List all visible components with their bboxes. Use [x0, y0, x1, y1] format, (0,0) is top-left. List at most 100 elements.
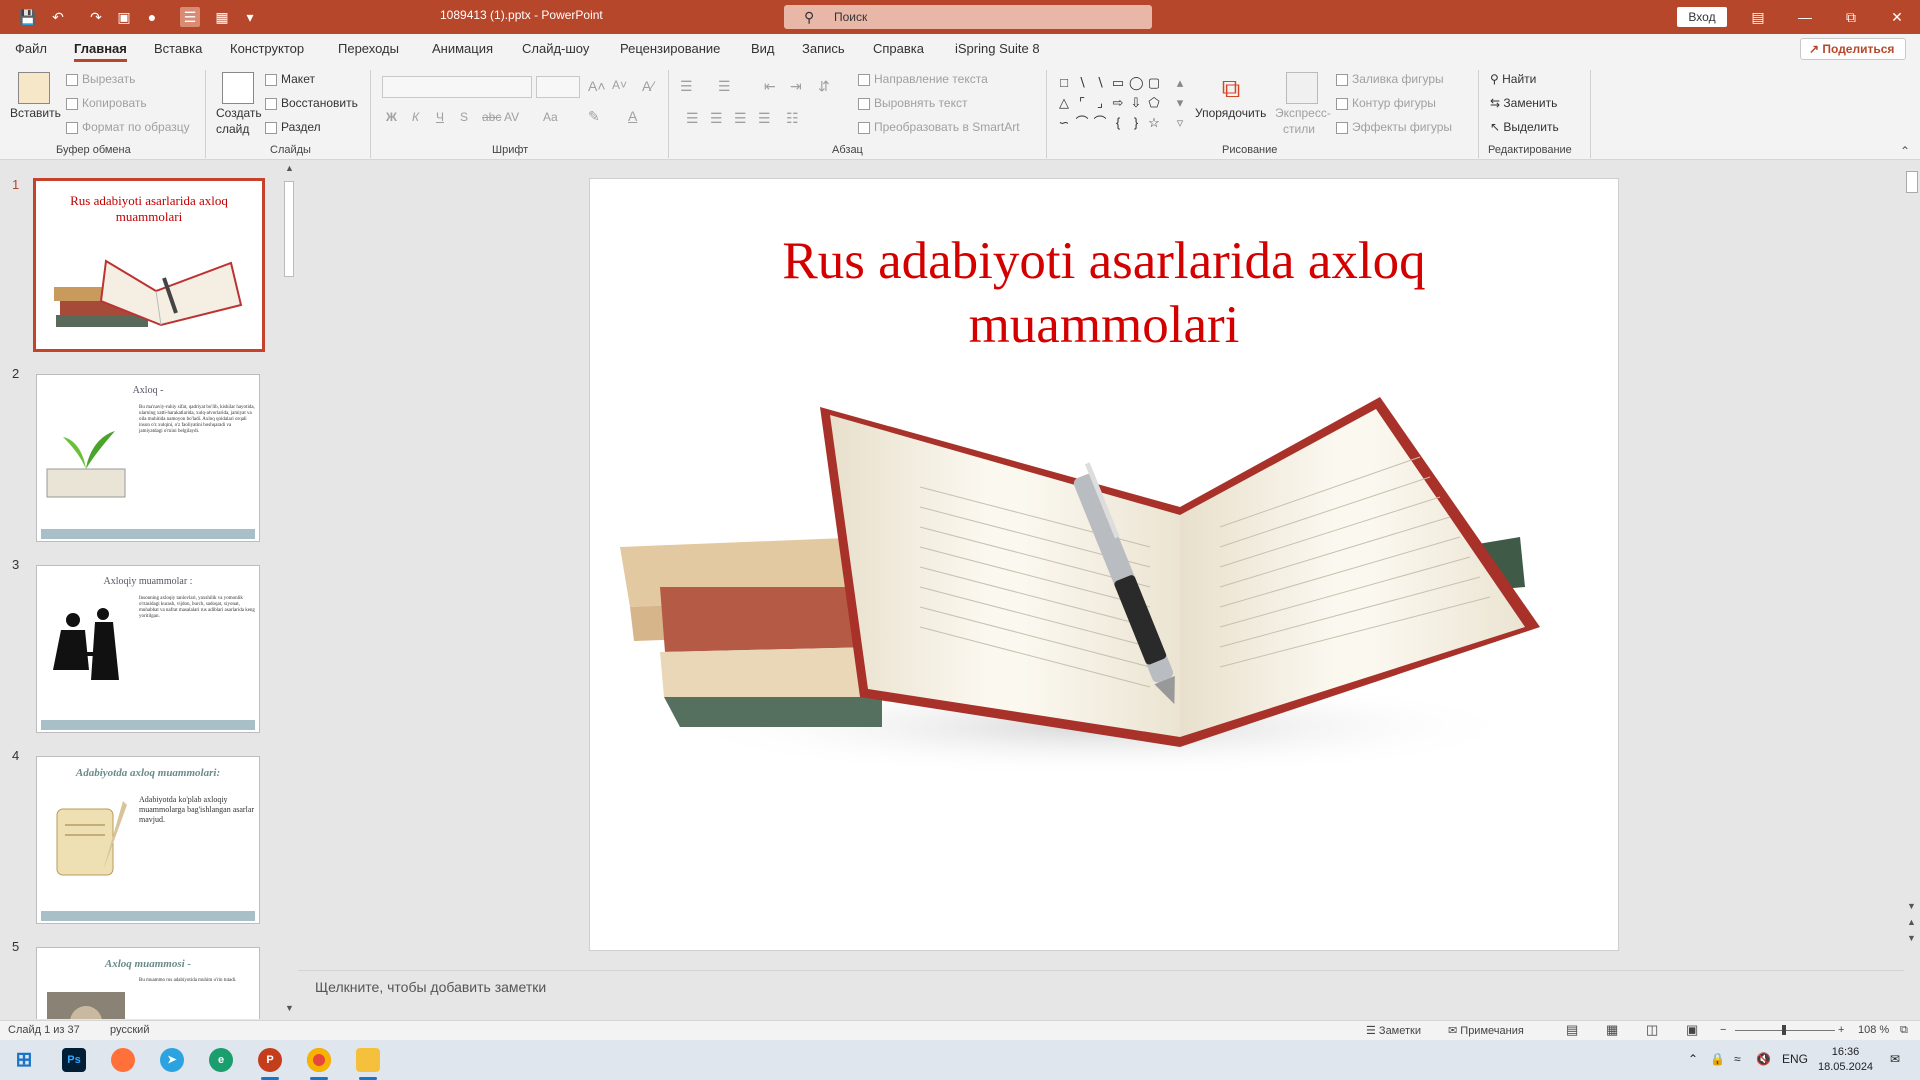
line-spacing-icon[interactable]: ⇵ — [818, 78, 830, 95]
justify-icon[interactable]: ☰ — [758, 110, 771, 127]
lock-icon[interactable]: 🔒 — [1710, 1052, 1725, 1066]
align-right-icon[interactable]: ☰ — [734, 110, 747, 127]
scroll-down-icon[interactable]: ▼ — [285, 1003, 294, 1013]
brace-shape-icon[interactable]: } — [1129, 116, 1143, 130]
rectangle-shape-icon[interactable]: ▭ — [1111, 76, 1125, 90]
find-button[interactable]: ⚲ Найти — [1490, 72, 1536, 86]
save-icon[interactable]: 💾 — [18, 7, 38, 27]
section-button[interactable]: Раздел — [265, 120, 321, 134]
font-color-icon[interactable]: A — [628, 108, 637, 124]
arc-shape-icon[interactable]: ⌒ — [1093, 116, 1107, 130]
down-arrow-shape-icon[interactable]: ⇩ — [1129, 96, 1143, 110]
freeform-shape-icon[interactable]: ∽ — [1057, 116, 1071, 130]
select-button[interactable]: ↖ Выделить — [1490, 120, 1559, 134]
layout-button[interactable]: Макет — [265, 72, 315, 86]
normal-view-icon[interactable]: ☰ — [180, 7, 200, 27]
brace-shape-icon[interactable]: { — [1111, 116, 1125, 130]
shape-fill-button[interactable]: Заливка фигуры — [1336, 72, 1444, 86]
undo-icon[interactable]: ↶ — [48, 7, 68, 27]
tab-transitions[interactable]: Переходы — [338, 41, 399, 56]
normal-view-icon[interactable]: ▤ — [1566, 1022, 1578, 1038]
line-shape-icon[interactable]: ∖ — [1075, 76, 1089, 90]
telegram-icon[interactable]: ➤ — [160, 1048, 184, 1072]
new-slide-icon[interactable] — [222, 72, 254, 104]
slide-thumbnail-5[interactable]: Axloq muammosi - Bu muammo rus adabiyoti… — [36, 947, 260, 1019]
pentagon-shape-icon[interactable]: ⬠ — [1147, 96, 1161, 110]
replace-button[interactable]: ⇆ Заменить — [1490, 96, 1557, 110]
copy-button[interactable]: Копировать — [66, 96, 147, 110]
slide-scrollbar[interactable]: ▼ ▲ ▼ — [1904, 161, 1920, 961]
oval-shape-icon[interactable]: ◯ — [1129, 76, 1144, 90]
scrollbar-thumb[interactable] — [284, 181, 294, 277]
volume-muted-icon[interactable]: 🔇 — [1756, 1052, 1771, 1066]
increase-font-icon[interactable]: A˄ — [588, 78, 606, 94]
slide-sorter-icon[interactable]: ▦ — [1606, 1022, 1618, 1038]
zoom-level[interactable]: 108 % — [1858, 1024, 1889, 1036]
right-arrow-shape-icon[interactable]: ⇨ — [1111, 96, 1125, 110]
rounded-rect-shape-icon[interactable]: ▢ — [1147, 76, 1161, 90]
chrome-icon[interactable] — [307, 1048, 331, 1072]
photoshop-icon[interactable]: Ps — [62, 1048, 86, 1072]
numbering-icon[interactable]: ☰ — [718, 78, 731, 95]
new-slide-label-2[interactable]: слайд — [216, 122, 249, 136]
quick-styles-icon[interactable] — [1286, 72, 1318, 104]
shapes-gallery[interactable]: □ ∖ ∖ ▭ ◯ ▢ △ ⌜ ⌟ ⇨ ⇩ ⬠ ∽ ⌒ ⌒ { } ☆ ▴ ▾ … — [1053, 72, 1193, 136]
paste-button[interactable]: Вставить — [10, 106, 61, 120]
bold-button[interactable]: Ж — [386, 110, 397, 124]
tab-review[interactable]: Рецензирование — [620, 41, 720, 56]
language-indicator[interactable]: русский — [110, 1024, 149, 1036]
thumbnails-scrollbar[interactable]: ▲ ▼ — [282, 161, 296, 1019]
decrease-indent-icon[interactable]: ⇤ — [764, 78, 776, 95]
start-presentation-icon[interactable]: ▣ — [114, 7, 134, 27]
notes-toggle[interactable]: ☰ Заметки — [1366, 1024, 1421, 1037]
align-text-button[interactable]: Выровнять текст — [858, 96, 967, 110]
slide-thumbnail-1[interactable]: Rus adabiyoti asarlarida axloq muammolar… — [33, 178, 265, 352]
fit-to-window-icon[interactable]: ⧉ — [1900, 1024, 1908, 1037]
books-pen-image[interactable] — [620, 397, 1580, 797]
tab-file[interactable]: Файл — [15, 41, 47, 56]
file-explorer-icon[interactable] — [356, 1048, 380, 1072]
edge-icon[interactable]: e — [209, 1048, 233, 1072]
font-size-dropdown[interactable] — [536, 76, 580, 98]
notes-pane[interactable]: Щелкните, чтобы добавить заметки — [298, 970, 1904, 1020]
input-language[interactable]: ENG — [1782, 1052, 1808, 1066]
new-slide-label-1[interactable]: Создать — [216, 106, 262, 120]
text-direction-button[interactable]: Направление текста — [858, 72, 988, 86]
scroll-up-icon[interactable]: ▲ — [285, 163, 294, 173]
slide-thumbnail-2[interactable]: Axloq - Bu ma'naviy-ruhiy sifat, qadriya… — [36, 374, 260, 542]
columns-icon[interactable]: ☷ — [786, 110, 799, 127]
show-hidden-icons[interactable]: ⌃ — [1688, 1052, 1698, 1066]
highlight-icon[interactable]: ✎ — [588, 108, 600, 125]
shape-effects-button[interactable]: Эффекты фигуры — [1336, 120, 1452, 134]
zoom-out-icon[interactable]: − — [1720, 1024, 1726, 1036]
restore-icon[interactable]: ⧉ — [1828, 0, 1874, 34]
tab-view[interactable]: Вид — [751, 41, 775, 56]
align-center-icon[interactable]: ☰ — [710, 110, 723, 127]
windows-start-icon[interactable]: ⊞ — [12, 1048, 36, 1072]
collapse-ribbon-icon[interactable]: ⌃ — [1900, 144, 1910, 158]
ribbon-display-icon[interactable]: ▤ — [1735, 0, 1781, 34]
record-icon[interactable]: ● — [142, 7, 162, 27]
connector-shape-icon[interactable]: ⌜ — [1075, 96, 1089, 110]
tab-design[interactable]: Конструктор — [230, 41, 304, 56]
tab-ispring[interactable]: iSpring Suite 8 — [955, 41, 1040, 56]
login-button[interactable]: Вход — [1677, 7, 1727, 27]
clear-formatting-icon[interactable]: A∕ — [642, 78, 654, 94]
slide-canvas[interactable]: Rus adabiyoti asarlarida axloq muammolar… — [589, 178, 1619, 951]
change-case-button[interactable]: Aa — [543, 110, 558, 124]
font-family-dropdown[interactable] — [382, 76, 532, 98]
paste-icon[interactable] — [18, 72, 50, 104]
clock[interactable]: 16:36 18.05.2024 — [1818, 1045, 1873, 1075]
shape-outline-button[interactable]: Контур фигуры — [1336, 96, 1436, 110]
tab-animations[interactable]: Анимация — [432, 41, 493, 56]
shadow-button[interactable]: S — [460, 110, 468, 124]
italic-button[interactable]: К — [412, 110, 419, 124]
previous-slide-icon[interactable]: ▲ — [1907, 917, 1916, 927]
slide-title[interactable]: Rus adabiyoti asarlarida axloq muammolar… — [590, 229, 1618, 357]
align-left-icon[interactable]: ☰ — [686, 110, 699, 127]
search-box[interactable]: ⚲ Поиск — [784, 5, 1152, 29]
powerpoint-icon[interactable]: P — [258, 1048, 282, 1072]
strikethrough-button[interactable]: abc — [482, 110, 501, 124]
share-button[interactable]: ↗ Поделиться — [1800, 38, 1906, 60]
format-painter-button[interactable]: Формат по образцу — [66, 120, 190, 134]
